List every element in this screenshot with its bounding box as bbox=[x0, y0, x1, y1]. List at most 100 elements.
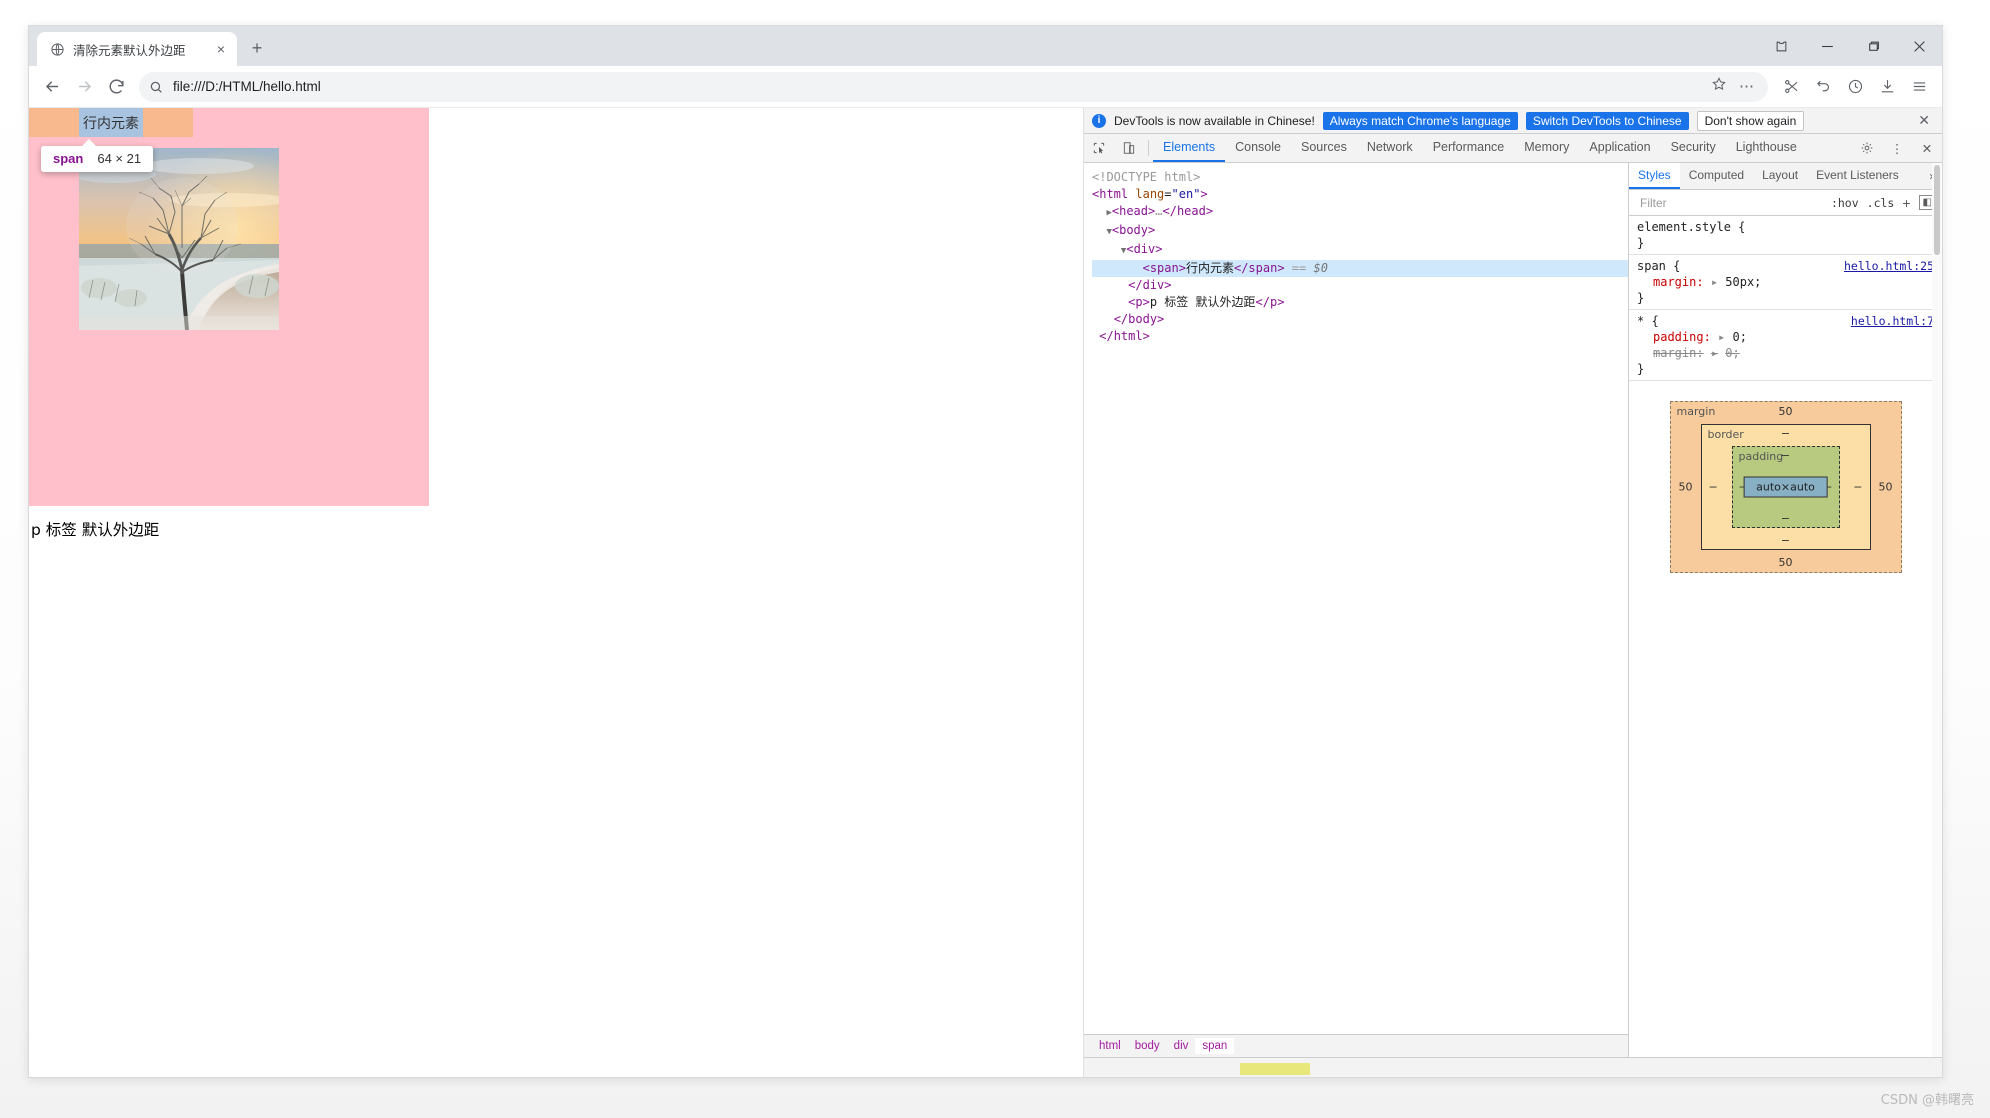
padding-top-value[interactable]: − bbox=[1781, 449, 1790, 462]
clock-icon[interactable] bbox=[1840, 72, 1870, 102]
styles-scrollbar[interactable] bbox=[1932, 163, 1942, 1057]
tab-console[interactable]: Console bbox=[1225, 134, 1291, 162]
hamburger-icon[interactable] bbox=[1904, 72, 1934, 102]
margin-label: margin bbox=[1676, 405, 1716, 418]
box-model-margin[interactable]: margin 50 50 50 50 border − − − − paddin… bbox=[1669, 401, 1902, 573]
always-match-language-button[interactable]: Always match Chrome's language bbox=[1322, 111, 1518, 130]
minimize-button[interactable] bbox=[1804, 26, 1850, 66]
rule-close-brace: } bbox=[1637, 236, 1645, 250]
dom-line[interactable]: </body> bbox=[1092, 311, 1628, 328]
margin-right-value[interactable]: 50 bbox=[1879, 481, 1893, 494]
expander-icon[interactable]: ▸ bbox=[1711, 346, 1718, 360]
undo-icon[interactable] bbox=[1808, 72, 1838, 102]
device-toggle-icon[interactable] bbox=[1114, 134, 1144, 162]
collections-icon[interactable] bbox=[1758, 26, 1804, 66]
declaration-property-overridden[interactable]: margin: bbox=[1653, 346, 1704, 360]
css-rule-universal[interactable]: hello.html:7 * { padding: ▸ 0; margin: ▸ bbox=[1629, 310, 1942, 381]
devtools-close-icon[interactable]: ✕ bbox=[1912, 141, 1942, 156]
tab-layout[interactable]: Layout bbox=[1753, 163, 1807, 189]
dom-line[interactable]: ▼<div> bbox=[1092, 241, 1628, 260]
margin-left-value[interactable]: 50 bbox=[1679, 481, 1693, 494]
tab-memory[interactable]: Memory bbox=[1514, 134, 1579, 162]
tab-application[interactable]: Application bbox=[1579, 134, 1660, 162]
rule-source-link[interactable]: hello.html:25 bbox=[1844, 258, 1934, 274]
reload-button[interactable] bbox=[101, 72, 131, 102]
tab-network[interactable]: Network bbox=[1357, 134, 1423, 162]
devtools-tab-actions: ⋮ ✕ bbox=[1852, 134, 1942, 162]
omnibox-more-icon[interactable]: ⋯ bbox=[1739, 79, 1754, 94]
css-rule-element-style[interactable]: element.style { } bbox=[1629, 216, 1942, 255]
border-right-value[interactable]: − bbox=[1853, 481, 1862, 494]
tab-styles[interactable]: Styles bbox=[1629, 163, 1680, 189]
tab-security[interactable]: Security bbox=[1661, 134, 1726, 162]
tab-title: 清除元素默认外边距 bbox=[73, 43, 186, 58]
dom-line[interactable]: <p>p 标签 默认外边距</p> bbox=[1092, 294, 1628, 311]
tab-computed[interactable]: Computed bbox=[1680, 163, 1753, 189]
window-close-button[interactable] bbox=[1896, 26, 1942, 66]
dom-line[interactable]: </div> bbox=[1092, 277, 1628, 294]
dom-tree-pane: <!DOCTYPE html> <html lang="en"> ▶<head>… bbox=[1084, 163, 1629, 1057]
declaration-value[interactable]: 50px; bbox=[1725, 275, 1761, 289]
border-top-value[interactable]: − bbox=[1781, 427, 1790, 440]
tab-event-listeners[interactable]: Event Listeners bbox=[1807, 163, 1908, 189]
hov-toggle[interactable]: :hov bbox=[1831, 196, 1859, 210]
breadcrumb-div[interactable]: div bbox=[1167, 1038, 1196, 1054]
back-button[interactable] bbox=[37, 72, 67, 102]
tab-performance[interactable]: Performance bbox=[1423, 134, 1515, 162]
dom-line[interactable]: ▼<body> bbox=[1092, 222, 1628, 241]
screen-root: 清除元素默认外边距 × + file:///D:/HTML/hello.html… bbox=[0, 0, 1990, 1118]
inspect-icon[interactable] bbox=[1084, 134, 1114, 162]
breadcrumb-html[interactable]: html bbox=[1092, 1038, 1128, 1054]
devtools-more-icon[interactable]: ⋮ bbox=[1882, 141, 1912, 156]
dom-line[interactable]: <html lang="en"> bbox=[1092, 186, 1628, 203]
rule-selector: span { bbox=[1637, 259, 1681, 273]
download-icon[interactable] bbox=[1872, 72, 1902, 102]
box-model-border[interactable]: border − − − − padding − − − auto×auto bbox=[1700, 424, 1871, 550]
styles-filter-input[interactable]: Filter bbox=[1635, 193, 1823, 213]
margin-bottom-value[interactable]: 50 bbox=[1779, 556, 1793, 569]
dom-line-selected[interactable]: <span>行内元素</span> == $0 bbox=[1092, 260, 1628, 277]
dont-show-again-button[interactable]: Don't show again bbox=[1696, 110, 1805, 131]
winter-tree-photo bbox=[79, 148, 279, 330]
browser-tab[interactable]: 清除元素默认外边距 × bbox=[37, 32, 237, 66]
dom-line[interactable]: <!DOCTYPE html> bbox=[1092, 169, 1628, 186]
tab-lighthouse[interactable]: Lighthouse bbox=[1726, 134, 1807, 162]
console-warning-chip[interactable] bbox=[1240, 1062, 1310, 1075]
paragraph-text: p 标签 默认外边距 bbox=[31, 521, 160, 539]
address-bar[interactable]: file:///D:/HTML/hello.html ⋯ bbox=[139, 71, 1768, 102]
notice-close-icon[interactable]: ✕ bbox=[1918, 112, 1934, 129]
box-model-content-size[interactable]: auto×auto bbox=[1743, 476, 1828, 498]
dom-line[interactable]: </html> bbox=[1092, 328, 1628, 345]
devtools-tab-bar: Elements Console Sources Network Perform… bbox=[1084, 134, 1942, 163]
close-icon[interactable]: × bbox=[213, 41, 229, 57]
expander-icon[interactable]: ▸ bbox=[1718, 330, 1725, 344]
cls-toggle[interactable]: .cls bbox=[1867, 196, 1895, 210]
breadcrumb-body[interactable]: body bbox=[1128, 1038, 1167, 1054]
declaration-property[interactable]: padding: bbox=[1653, 330, 1711, 344]
tab-sources[interactable]: Sources bbox=[1291, 134, 1357, 162]
gear-icon[interactable] bbox=[1852, 141, 1882, 155]
forward-button[interactable] bbox=[69, 72, 99, 102]
new-style-rule-button[interactable]: + bbox=[1902, 195, 1910, 211]
padding-bottom-value[interactable]: − bbox=[1781, 512, 1790, 525]
declaration-property[interactable]: margin: bbox=[1653, 275, 1704, 289]
border-left-value[interactable]: − bbox=[1709, 481, 1718, 494]
rule-source-link[interactable]: hello.html:7 bbox=[1851, 313, 1934, 329]
rule-close-brace: } bbox=[1637, 362, 1645, 376]
maximize-button[interactable] bbox=[1850, 26, 1896, 66]
declaration-value-overridden[interactable]: 0; bbox=[1725, 346, 1739, 360]
border-bottom-value[interactable]: − bbox=[1781, 534, 1790, 547]
dom-line[interactable]: ▶<head>…</head> bbox=[1092, 203, 1628, 222]
css-rule-span[interactable]: hello.html:25 span { margin: ▸ 50px; } bbox=[1629, 255, 1942, 310]
bookmark-star-icon[interactable] bbox=[1711, 76, 1727, 97]
scissors-icon[interactable] bbox=[1776, 72, 1806, 102]
box-model-padding[interactable]: padding − − − − auto×auto bbox=[1731, 446, 1840, 528]
span-content-highlight: 行内元素 bbox=[79, 108, 143, 137]
declaration-value[interactable]: 0; bbox=[1733, 330, 1747, 344]
switch-to-chinese-button[interactable]: Switch DevTools to Chinese bbox=[1525, 111, 1689, 130]
margin-top-value[interactable]: 50 bbox=[1779, 405, 1793, 418]
breadcrumb-span[interactable]: span bbox=[1195, 1038, 1235, 1054]
new-tab-button[interactable]: + bbox=[243, 34, 271, 62]
expander-icon[interactable]: ▸ bbox=[1711, 275, 1718, 289]
tab-elements[interactable]: Elements bbox=[1153, 134, 1226, 162]
